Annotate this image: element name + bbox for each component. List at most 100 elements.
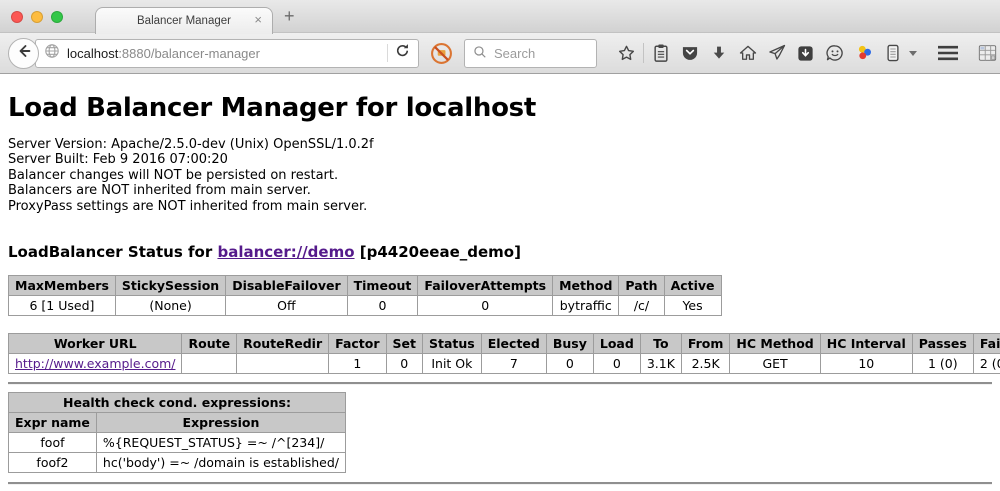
loadbalancer-status-heading: LoadBalancer Status for balancer://demo …: [8, 243, 992, 261]
page-title: Load Balancer Manager for localhost: [8, 93, 992, 123]
balancer-persist-note: Balancer changes will NOT be persisted o…: [8, 168, 992, 183]
cell-stickysession: (None): [115, 296, 225, 316]
table-row: foof %{REQUEST_STATUS} =~ /^[234]/: [9, 433, 346, 453]
worker-table: Worker URL Route RouteRedir Factor Set S…: [8, 333, 1000, 374]
send-tab-button[interactable]: [762, 38, 791, 68]
downloads-button[interactable]: [704, 38, 733, 68]
cell-disablefailover: Off: [226, 296, 347, 316]
site-identity-globe-icon[interactable]: [44, 43, 60, 64]
square-download-icon: [796, 44, 815, 63]
col-stickysession: StickySession: [115, 276, 225, 296]
health-check-table: Health check cond. expressions: Expr nam…: [8, 392, 346, 473]
server-built-line: Server Built: Feb 9 2016 07:00:20: [8, 152, 992, 167]
col-hc-method: HC Method: [730, 334, 820, 354]
clipboard-icon: [652, 43, 670, 63]
section-divider: [8, 382, 992, 385]
save-extension-button[interactable]: [791, 38, 820, 68]
cell-load: 0: [593, 354, 640, 374]
balancer-summary-table: MaxMembers StickySession DisableFailover…: [8, 275, 722, 316]
color-dots-extension-button[interactable]: [849, 38, 878, 68]
worker-url-link[interactable]: http://www.example.com/: [15, 356, 175, 371]
status-heading-prefix: LoadBalancer Status for: [8, 243, 217, 261]
col-expression: Expression: [96, 413, 345, 433]
cell-to: 3.1K: [640, 354, 681, 374]
new-tab-button[interactable]: +: [284, 6, 295, 27]
cell-elected: 7: [481, 354, 546, 374]
col-method: Method: [553, 276, 619, 296]
pocket-button[interactable]: [675, 38, 704, 68]
plugin-blocked-icon[interactable]: [430, 42, 453, 65]
col-maxmembers: MaxMembers: [9, 276, 116, 296]
status-heading-suffix: [p4420eeae_demo]: [355, 243, 521, 261]
browser-window: Balancer Manager × + localhost:8880/bala…: [0, 0, 1000, 491]
col-factor: Factor: [329, 334, 386, 354]
col-busy: Busy: [546, 334, 593, 354]
col-fails: Fails: [973, 334, 1000, 354]
cell-active: Yes: [664, 296, 721, 316]
tab-balancer-manager[interactable]: Balancer Manager ×: [95, 7, 273, 34]
home-icon: [738, 43, 758, 63]
tab-title: Balancer Manager: [137, 15, 231, 27]
table-row: foof2 hc('body') =~ /domain is establish…: [9, 453, 346, 473]
grid-icon: [977, 43, 998, 63]
cell-worker-url: http://www.example.com/: [9, 354, 182, 374]
url-bar[interactable]: localhost:8880/balancer-manager: [35, 39, 419, 68]
table-header-row: MaxMembers StickySession DisableFailover…: [9, 276, 722, 296]
cell-failoverattempts: 0: [418, 296, 553, 316]
search-input[interactable]: Search: [464, 39, 597, 68]
cell-factor: 1: [329, 354, 386, 374]
cell-hc-method: GET: [730, 354, 820, 374]
cell-passes: 1 (0): [912, 354, 973, 374]
back-button[interactable]: [8, 38, 39, 69]
col-failoverattempts: FailoverAttempts: [418, 276, 553, 296]
table-header-row: Expr name Expression: [9, 413, 346, 433]
bookmarks-menu-button[interactable]: [646, 38, 675, 68]
cell-from: 2.5K: [681, 354, 730, 374]
cell-expr-name: foof: [9, 433, 97, 453]
titlebar: Balancer Manager × +: [0, 0, 1000, 33]
col-set: Set: [386, 334, 422, 354]
url-text: localhost:8880/balancer-manager: [67, 46, 260, 61]
star-icon: [616, 43, 637, 64]
cell-timeout: 0: [347, 296, 418, 316]
col-route: Route: [182, 334, 237, 354]
col-path: Path: [619, 276, 664, 296]
table-row: 6 [1 Used] (None) Off 0 0 bytraffic /c/ …: [9, 296, 722, 316]
home-button[interactable]: [733, 38, 762, 68]
balancer-demo-link[interactable]: balancer://demo: [217, 243, 354, 261]
url-path: :8880/balancer-manager: [118, 46, 260, 61]
close-window-button[interactable]: [11, 11, 23, 23]
cell-path: /c/: [619, 296, 664, 316]
paper-plane-icon: [767, 43, 787, 63]
toolbar-buttons: [612, 38, 1000, 68]
proxypass-inherit-note: ProxyPass settings are NOT inherited fro…: [8, 199, 992, 214]
search-placeholder: Search: [494, 46, 535, 61]
battery-extension-button[interactable]: [878, 38, 907, 68]
menu-button[interactable]: [933, 38, 962, 68]
urlbar-divider: [387, 44, 388, 62]
col-elected: Elected: [481, 334, 546, 354]
chat-extension-button[interactable]: [820, 38, 849, 68]
col-to: To: [640, 334, 681, 354]
table-header-row: Worker URL Route RouteRedir Factor Set S…: [9, 334, 1000, 354]
tab-close-icon[interactable]: ×: [254, 13, 262, 26]
health-table-title: Health check cond. expressions:: [9, 393, 346, 413]
col-hc-interval: HC Interval: [820, 334, 912, 354]
balancer-inherit-note: Balancers are NOT inherited from main se…: [8, 183, 992, 198]
cell-expression: hc('body') =~ /domain is established/: [96, 453, 345, 473]
reload-icon[interactable]: [395, 43, 410, 63]
server-version-line: Server Version: Apache/2.5.0-dev (Unix) …: [8, 137, 992, 152]
col-from: From: [681, 334, 730, 354]
col-status: Status: [423, 334, 482, 354]
minimize-window-button[interactable]: [31, 11, 43, 23]
cell-expr-name: foof2: [9, 453, 97, 473]
bookmark-star-button[interactable]: [612, 38, 641, 68]
smiley-bubble-icon: [825, 43, 845, 63]
col-disablefailover: DisableFailover: [226, 276, 347, 296]
url-host: localhost: [67, 46, 118, 61]
back-arrow-icon: [16, 43, 32, 64]
col-worker-url: Worker URL: [9, 334, 182, 354]
grid-extension-button[interactable]: [973, 38, 1000, 68]
chevron-down-icon[interactable]: [909, 51, 917, 56]
zoom-window-button[interactable]: [51, 11, 63, 23]
